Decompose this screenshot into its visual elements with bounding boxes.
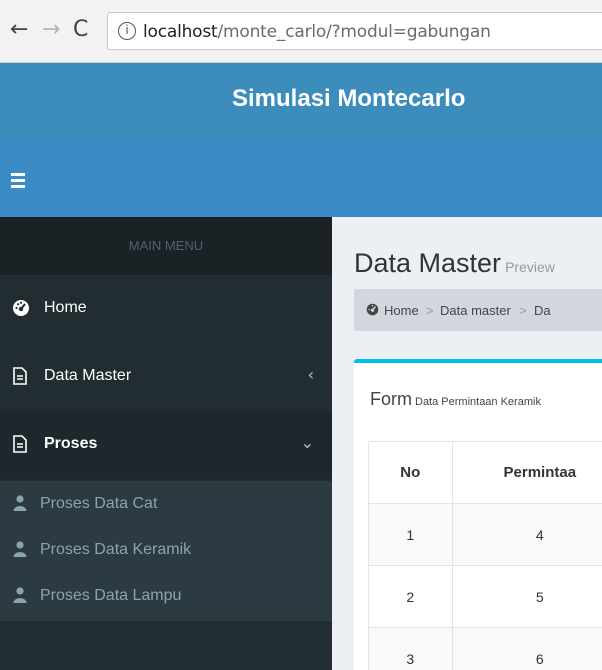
breadcrumb-home-icon: [366, 303, 379, 316]
table-row: 2 5: [368, 565, 602, 628]
hamburger-menu-icon[interactable]: [11, 173, 25, 191]
table-header-permintaan[interactable]: Permintaa: [451, 441, 602, 504]
table-cell-no: 3: [368, 627, 453, 670]
data-table: No Permintaa 1 4 2 5 3 6: [368, 441, 602, 670]
page-title: Data Master Preview: [354, 248, 555, 278]
sidebar-item-proses[interactable]: Proses ⌄: [0, 411, 332, 479]
table-cell-permintaan: 5: [451, 565, 602, 628]
table-header-row: No Permintaa: [368, 441, 602, 504]
app-title: Simulasi Montecarlo: [232, 85, 466, 112]
table-cell-permintaan: 6: [451, 627, 602, 670]
sidebar-submenu: Proses Data Cat Proses Data Keramik Pros…: [0, 481, 332, 621]
table-row: 3 6: [368, 627, 602, 670]
sidebar-item-label: Proses: [44, 435, 98, 452]
breadcrumb-home[interactable]: Home: [384, 303, 419, 318]
page-subtitle: Preview: [505, 259, 555, 275]
sidebar-item-home[interactable]: Home: [0, 275, 332, 343]
submenu-item-proses-data-lampu[interactable]: Proses Data Lampu: [0, 577, 332, 617]
browser-address-bar: ← → C i localhost/monte_carlo/?modul=gab…: [0, 0, 602, 63]
breadcrumb-current: Da: [534, 303, 551, 318]
breadcrumb-separator: >: [519, 303, 527, 318]
submenu-item-proses-data-cat[interactable]: Proses Data Cat: [0, 485, 332, 525]
dashboard-icon: [12, 299, 29, 317]
breadcrumb-separator: >: [426, 303, 434, 318]
reload-icon[interactable]: C: [73, 18, 88, 42]
table-cell-no: 2: [368, 565, 453, 628]
submenu-item-label: Proses Data Keramik: [40, 541, 192, 558]
sidebar-item-data-master[interactable]: Data Master ‹: [0, 343, 332, 411]
sidebar: MAIN MENU Home Data Master ‹ Proses ⌄ Pr…: [0, 217, 332, 670]
chevron-down-icon: ⌄: [300, 433, 314, 452]
back-arrow-icon[interactable]: ←: [10, 18, 28, 42]
breadcrumb-data-master[interactable]: Data master: [440, 303, 511, 318]
url-input[interactable]: i localhost/monte_carlo/?modul=gabungan: [107, 12, 602, 50]
user-icon: [13, 587, 27, 603]
user-icon: [13, 495, 27, 511]
submenu-item-label: Proses Data Lampu: [40, 587, 182, 604]
app-header: Simulasi Montecarlo: [0, 63, 602, 140]
table-cell-permintaan: 4: [451, 503, 602, 566]
info-icon[interactable]: i: [118, 22, 136, 40]
main-content: Data Master Preview Home > Data master > …: [332, 217, 602, 670]
forward-arrow-icon[interactable]: →: [42, 18, 60, 42]
url-text: localhost/monte_carlo/?modul=gabungan: [143, 22, 491, 42]
table-cell-no: 1: [368, 503, 453, 566]
sidebar-item-label: Home: [44, 299, 87, 316]
file-icon: [12, 367, 28, 385]
user-icon: [13, 541, 27, 557]
submenu-item-label: Proses Data Cat: [40, 495, 158, 512]
submenu-item-proses-data-keramik[interactable]: Proses Data Keramik: [0, 531, 332, 571]
box-subtitle: Data Permintaan Keramik: [415, 396, 541, 408]
sidebar-header: MAIN MENU: [0, 217, 332, 275]
table-row: 1 4: [368, 503, 602, 566]
top-navbar: [0, 140, 602, 217]
sidebar-item-label: Data Master: [44, 367, 132, 384]
breadcrumb: Home > Data master > Da: [354, 289, 602, 331]
chevron-left-icon: ‹: [307, 365, 314, 384]
table-header-no[interactable]: No: [368, 441, 453, 504]
box-title: Form Data Permintaan Keramik: [370, 389, 541, 409]
file-icon: [12, 435, 28, 453]
form-box: Form Data Permintaan Keramik No Permintaa…: [354, 359, 602, 670]
